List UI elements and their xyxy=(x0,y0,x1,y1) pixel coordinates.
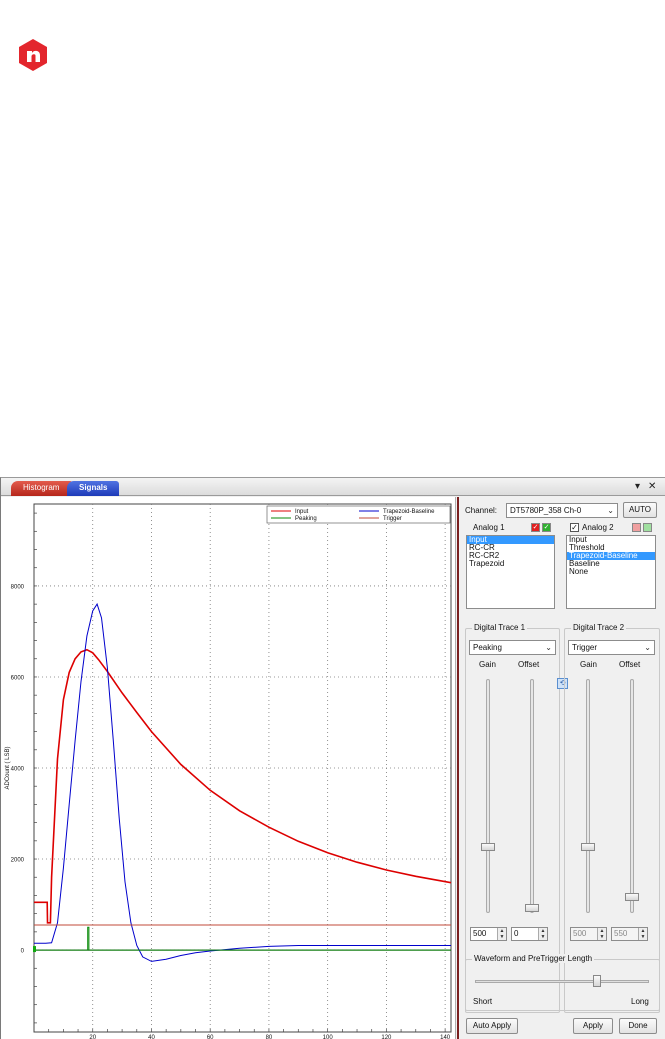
y-axis-label: ADCount ( LSB) xyxy=(5,746,11,789)
digital2-offset-slider[interactable] xyxy=(630,679,634,913)
chevron-down-icon: ⌄ xyxy=(607,506,614,515)
list-item[interactable]: Trapezoid xyxy=(467,560,554,568)
digital2-gain-input[interactable]: 500 ▲ ▼ xyxy=(570,927,607,941)
short-label: Short xyxy=(473,997,493,1006)
n-logo-icon xyxy=(19,39,47,71)
signals-window: Histogram Signals ▾ ✕ 8000 6000 4000 2000 0 2… xyxy=(0,477,665,1039)
done-button[interactable]: Done xyxy=(619,1018,657,1034)
waveform-length-slider[interactable] xyxy=(475,980,649,983)
close-icon[interactable]: ✕ xyxy=(648,481,656,493)
x-tick-label: 80 xyxy=(266,1035,273,1039)
channel-value: DT5780P_358 Ch-0 xyxy=(510,506,582,515)
analog2-color-red[interactable] xyxy=(632,523,641,532)
digital2-gain-slider[interactable] xyxy=(586,679,590,913)
long-label: Long xyxy=(631,997,649,1006)
signals-chart: 8000600040002000020406080100120140TIME (… xyxy=(5,503,452,1039)
analog2-checkbox[interactable]: ✓ xyxy=(570,523,579,532)
analog1-title: Analog 1 xyxy=(473,523,505,532)
channel-select[interactable]: DT5780P_358 Ch-0 ⌄ xyxy=(506,503,618,518)
x-tick-label: 20 xyxy=(89,1035,96,1039)
auto-apply-button[interactable]: Auto Apply xyxy=(466,1018,518,1034)
analog2-color-green[interactable] xyxy=(643,523,652,532)
digital1-gain-thumb[interactable] xyxy=(481,843,495,852)
offset-label: Offset xyxy=(518,660,540,669)
digital2-offset-value: 550 xyxy=(614,929,628,938)
legend-label: Trigger xyxy=(383,516,402,522)
legend-label: Peaking xyxy=(295,516,317,522)
pin-dropdown-icon[interactable]: ▾ xyxy=(635,481,640,493)
digital2-gain-value: 500 xyxy=(573,929,587,938)
tab-histogram[interactable]: Histogram xyxy=(11,481,73,496)
trigger-start-marker xyxy=(33,946,36,953)
analog2-title: Analog 2 xyxy=(582,523,614,532)
waveform-length-thumb[interactable] xyxy=(592,975,601,987)
tab-bar: Histogram Signals ▾ ✕ xyxy=(1,478,665,496)
spin-arrows-icon[interactable]: ▲ ▼ xyxy=(597,928,606,940)
analog1-color-red[interactable]: ✓ xyxy=(531,523,540,532)
digital1-offset-value: 0 xyxy=(514,929,519,938)
channel-label: Channel: xyxy=(465,506,498,515)
gain-label: Gain xyxy=(479,660,496,669)
offset-label: Offset xyxy=(619,660,641,669)
digital1-gain-input[interactable]: 500 ▲ ▼ xyxy=(470,927,507,941)
x-tick-label: 140 xyxy=(440,1035,451,1039)
x-tick-label: 60 xyxy=(207,1035,214,1039)
auto-button[interactable]: AUTO xyxy=(623,502,657,518)
y-tick-label: 0 xyxy=(21,949,25,955)
legend-label: Trapezoid-Baseline xyxy=(383,509,435,515)
x-tick-label: 100 xyxy=(323,1035,334,1039)
digital-trace-1-title: Digital Trace 1 xyxy=(472,623,528,632)
settings-panel: Channel: DT5780P_358 Ch-0 ⌄ AUTO Analog … xyxy=(457,497,665,1039)
spin-arrows-icon[interactable]: ▲ ▼ xyxy=(538,928,547,940)
digital1-gain-slider[interactable] xyxy=(486,679,490,913)
digital-trace-1-value: Peaking xyxy=(473,643,502,652)
y-tick-label: 2000 xyxy=(11,858,25,864)
digital1-offset-slider[interactable] xyxy=(530,679,534,913)
y-tick-label: 4000 xyxy=(11,767,25,773)
chevron-down-icon: ⌄ xyxy=(545,643,552,652)
y-tick-label: 6000 xyxy=(11,675,25,681)
waveform-title: Waveform and PreTrigger Length xyxy=(472,954,595,963)
digital-trace-2-select[interactable]: Trigger ⌄ xyxy=(568,640,655,655)
apply-button[interactable]: Apply xyxy=(573,1018,613,1034)
digital1-gain-value: 500 xyxy=(473,929,487,938)
x-tick-label: 120 xyxy=(381,1035,392,1039)
digital2-gain-thumb[interactable] xyxy=(581,843,595,852)
analog2-list[interactable]: Input Threshold Trapezoid-Baseline Basel… xyxy=(566,535,656,609)
digital-trace-2-title: Digital Trace 2 xyxy=(571,623,627,632)
tab-signals[interactable]: Signals xyxy=(67,481,119,496)
spin-arrows-icon[interactable]: ▲ ▼ xyxy=(638,928,647,940)
chevron-down-icon: ⌄ xyxy=(644,643,651,652)
analog1-list[interactable]: Input RC-CR RC-CR2 Trapezoid xyxy=(466,535,555,609)
digital2-offset-input[interactable]: 550 ▲ ▼ xyxy=(611,927,648,941)
list-item[interactable]: None xyxy=(567,568,655,576)
spin-arrows-icon[interactable]: ▲ ▼ xyxy=(497,928,506,940)
digital-trace-1-select[interactable]: Peaking ⌄ xyxy=(469,640,556,655)
digital-trace-2-value: Trigger xyxy=(572,643,598,652)
legend-label: Input xyxy=(295,509,309,515)
analog1-color-green[interactable]: ✓ xyxy=(542,523,551,532)
y-tick-label: 8000 xyxy=(11,584,25,590)
x-tick-label: 40 xyxy=(148,1035,155,1039)
signals-plot[interactable]: 8000600040002000020406080100120140TIME (… xyxy=(1,497,456,1039)
digital1-offset-input[interactable]: 0 ▲ ▼ xyxy=(511,927,548,941)
digital1-offset-thumb[interactable] xyxy=(525,904,539,913)
gain-label: Gain xyxy=(580,660,597,669)
digital2-offset-thumb[interactable] xyxy=(625,892,639,901)
